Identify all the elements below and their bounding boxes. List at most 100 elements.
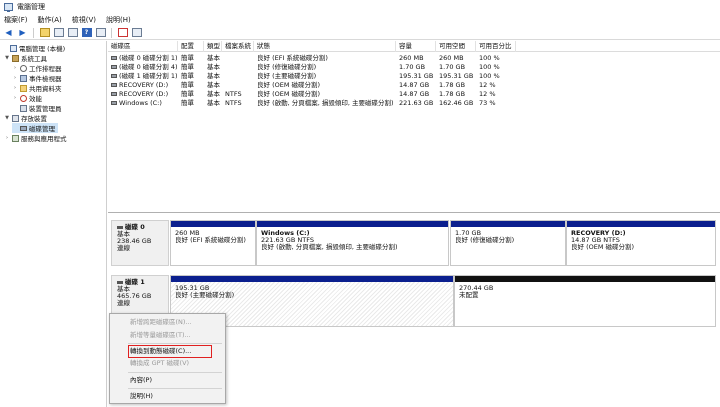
up-folder-icon[interactable] <box>39 27 50 38</box>
tree-item-event-viewer[interactable]: › 事件檢視器 <box>12 73 62 83</box>
volume-capacity: 260 MB <box>399 54 424 62</box>
tree-item-label: 工作排程器 <box>29 65 62 73</box>
tree-item-performance[interactable]: › 效能 <box>12 93 42 103</box>
partition-color-bar <box>171 221 255 227</box>
volume-percent-free: 100 % <box>479 54 500 62</box>
check-icon[interactable] <box>117 27 128 38</box>
volume-row[interactable]: Windows (C:) 簡單 基本 NTFS 良好 (啟動, 分頁檔案, 損毀… <box>108 99 720 108</box>
volume-capacity: 14.87 GB <box>399 90 430 98</box>
volume-capacity: 195.31 GB <box>399 72 434 80</box>
menu-help[interactable]: 說明(H) <box>106 15 131 25</box>
tree-item-system-tools[interactable]: ▼ 系統工具 <box>4 53 47 63</box>
clock-icon <box>20 64 27 72</box>
expand-icon[interactable]: › <box>12 85 18 91</box>
event-icon <box>20 74 27 82</box>
column-header-type[interactable]: 類型 <box>204 41 222 52</box>
menu-file[interactable]: 檔案(F) <box>4 15 28 25</box>
menu-action[interactable]: 動作(A) <box>38 15 62 25</box>
partition-disk0-recovery[interactable]: 1.70 GB 良好 (修復磁碟分割) <box>450 220 566 266</box>
volume-layout: 簡單 <box>181 63 194 71</box>
pane-splitter[interactable] <box>108 212 720 213</box>
disk-0-label[interactable]: 磁碟 0 基本 238.46 GB 連線 <box>111 220 169 266</box>
collapse-icon[interactable]: ▼ <box>4 55 10 61</box>
partition-status: 良好 (主要磁碟分割) <box>175 291 235 299</box>
volume-percent-free: 12 % <box>479 90 496 98</box>
partition-status: 良好 (OEM 磁碟分割) <box>571 243 635 251</box>
column-header-capacity[interactable]: 容量 <box>396 41 436 52</box>
toolbar: ◀ ▶ ? <box>0 26 720 40</box>
volume-row[interactable]: RECOVERY (D:) 簡單 基本 NTFS 良好 (OEM 磁碟分割) 1… <box>108 90 720 99</box>
help-icon[interactable]: ? <box>81 27 92 38</box>
column-header-status[interactable]: 狀態 <box>254 41 396 52</box>
expand-icon[interactable]: › <box>12 75 18 81</box>
volume-type: 基本 <box>207 99 220 107</box>
collapse-icon[interactable]: ▼ <box>4 115 10 121</box>
tree-item-label: 電腦管理 (本機) <box>19 45 66 53</box>
column-header-free-space[interactable]: 可用空間 <box>436 41 476 52</box>
menu-item-new-striped-volume[interactable]: 新增等量磁碟區(T)... <box>110 330 225 341</box>
toolbar-separator <box>33 27 34 38</box>
menu-item-properties[interactable]: 內容(P) <box>110 375 225 386</box>
volume-row[interactable]: (磁碟 0 磁碟分割 1) 簡單 基本 良好 (EFI 系統磁碟分割) 260 … <box>108 54 720 63</box>
back-arrow-icon[interactable]: ◀ <box>3 27 14 38</box>
partition-status: 良好 (啟動, 分頁檔案, 損毀傾印, 主要磁碟分割) <box>261 243 398 251</box>
volume-status: 良好 (OEM 磁碟分割) <box>257 90 321 98</box>
partition-disk0-oem[interactable]: RECOVERY (D:) 14.87 GB NTFS 良好 (OEM 磁碟分割… <box>566 220 716 266</box>
window-title: 電腦管理 <box>17 3 45 11</box>
partition-disk1-unallocated[interactable]: 270.44 GB 未配置 <box>454 275 716 327</box>
connect-icon[interactable] <box>95 27 106 38</box>
partition-color-bar <box>451 221 565 227</box>
volume-layout: 簡單 <box>181 72 194 80</box>
volume-status: 良好 (修復磁碟分割) <box>257 63 317 71</box>
view-icon[interactable] <box>131 27 142 38</box>
folder-icon <box>20 84 27 92</box>
volume-free-space: 260 MB <box>439 54 464 62</box>
show-hide-tree-icon[interactable] <box>53 27 64 38</box>
tree-item-shared-folders[interactable]: › 共用資料夾 <box>12 83 62 93</box>
menu-item-help[interactable]: 說明(H) <box>110 391 225 402</box>
volume-icon <box>111 65 117 69</box>
tree-item-label: 裝置管理員 <box>29 105 62 113</box>
column-header-file-system[interactable]: 檔案系統 <box>222 41 254 52</box>
menu-item-convert-to-gpt-disk[interactable]: 轉換成 GPT 磁碟(V) <box>110 358 225 369</box>
column-header-layout[interactable]: 配置 <box>178 41 204 52</box>
menu-item-new-spanned-volume[interactable]: 新增跨距磁碟區(N)... <box>110 317 225 328</box>
properties-icon[interactable] <box>67 27 78 38</box>
volume-free-space: 195.31 GB <box>439 72 474 80</box>
services-icon <box>12 134 19 142</box>
expand-icon[interactable]: › <box>12 95 18 101</box>
volume-free-space: 1.78 GB <box>439 81 466 89</box>
tree-item-services-applications[interactable]: › 服務與應用程式 <box>4 133 67 143</box>
forward-arrow-icon[interactable]: ▶ <box>17 27 28 38</box>
tree-item-disk-management[interactable]: 磁碟管理 <box>12 123 58 133</box>
volume-icon <box>111 92 117 96</box>
tree-item-task-scheduler[interactable]: › 工作排程器 <box>12 63 62 73</box>
partition-disk0-windows[interactable]: Windows (C:) 221.63 GB NTFS 良好 (啟動, 分頁檔案… <box>256 220 449 266</box>
column-header-percent-free[interactable]: 可用百分比 <box>476 41 516 52</box>
volume-row[interactable]: (磁碟 0 磁碟分割 4) 簡單 基本 良好 (修復磁碟分割) 1.70 GB … <box>108 63 720 72</box>
expand-icon[interactable]: › <box>12 65 18 71</box>
volume-status: 良好 (主要磁碟分割) <box>257 72 317 80</box>
menu-view[interactable]: 檢視(V) <box>72 15 96 25</box>
volume-row[interactable]: RECOVERY (D:) 簡單 基本 良好 (OEM 磁碟分割) 14.87 … <box>108 81 720 90</box>
volume-name: (磁碟 1 磁碟分割 1) <box>119 72 178 80</box>
volume-list-header: 磁碟區 配置 類型 檔案系統 狀態 容量 可用空間 可用百分比 <box>108 41 720 52</box>
volume-layout: 簡單 <box>181 81 194 89</box>
tree-item-computer-management[interactable]: 電腦管理 (本機) <box>2 43 65 53</box>
volume-status: 良好 (OEM 磁碟分割) <box>257 81 321 89</box>
volume-file-system <box>222 54 254 63</box>
volume-status: 良好 (啟動, 分頁檔案, 損毀傾印, 主要磁碟分割) <box>257 99 394 107</box>
tree-item-device-manager[interactable]: 裝置管理員 <box>12 103 62 113</box>
partition-disk0-efi[interactable]: 260 MB 良好 (EFI 系統磁碟分割) <box>170 220 256 266</box>
disk-icon <box>20 125 27 131</box>
volume-type: 基本 <box>207 81 220 89</box>
tree-item-label: 效能 <box>29 95 42 103</box>
tree-item-storage[interactable]: ▼ 存放裝置 <box>4 113 47 123</box>
volume-name: RECOVERY (D:) <box>119 81 169 89</box>
column-header-volume[interactable]: 磁碟區 <box>108 41 178 52</box>
tree-item-label: 服務與應用程式 <box>21 135 67 143</box>
partition-color-bar <box>455 276 715 282</box>
volume-file-system <box>222 63 254 72</box>
expand-icon[interactable]: › <box>4 135 10 141</box>
volume-row[interactable]: (磁碟 1 磁碟分割 1) 簡單 基本 良好 (主要磁碟分割) 195.31 G… <box>108 72 720 81</box>
